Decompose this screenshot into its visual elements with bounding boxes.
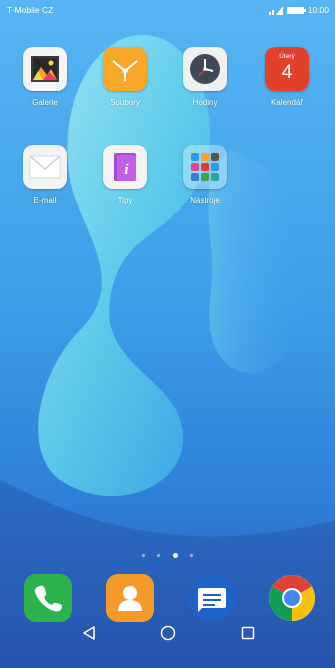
home-button[interactable]	[153, 618, 183, 648]
app-label: E-mail	[33, 196, 57, 205]
clock-icon	[183, 47, 227, 91]
app-label: Nástroje	[190, 196, 220, 205]
files-icon	[103, 47, 147, 91]
app-tipy[interactable]: i Tipy	[90, 145, 160, 205]
app-label: Kalendář	[270, 98, 304, 107]
tools-folder-icon	[183, 145, 227, 189]
recents-button[interactable]	[233, 618, 263, 648]
page-indicator	[0, 547, 335, 559]
app-label: Tipy	[117, 196, 133, 205]
app-soubory[interactable]: Soubory	[90, 47, 160, 107]
app-label: Hodiny	[192, 98, 218, 107]
back-button[interactable]	[74, 618, 104, 648]
status-bar: T-Mobile CZ 10:00	[0, 0, 335, 20]
battery-icon	[286, 6, 306, 14]
app-kalendar[interactable]: Úterý 4 Kalendář	[252, 47, 322, 107]
app-label: Soubory	[110, 98, 140, 107]
page-dot-active	[172, 553, 178, 559]
app-nastroje[interactable]: Nástroje	[170, 145, 240, 205]
calendar-day-number: 4	[281, 62, 293, 83]
app-email[interactable]: E-mail	[10, 145, 80, 205]
back-icon	[83, 626, 95, 640]
home-icon	[160, 625, 176, 641]
app-galerie[interactable]: Galerie	[10, 47, 80, 107]
app-label: Galerie	[32, 98, 58, 107]
signal-icon	[268, 5, 283, 15]
tips-icon: i	[103, 145, 147, 189]
carrier-name: T-Mobile CZ	[7, 5, 54, 15]
calendar-icon: Úterý 4	[265, 47, 309, 91]
recents-icon	[241, 626, 255, 640]
gallery-icon	[23, 47, 67, 91]
status-time: 10:00	[307, 5, 329, 15]
email-icon	[23, 145, 67, 189]
app-hodiny[interactable]: Hodiny	[170, 47, 240, 107]
calendar-day-name: Úterý	[279, 53, 295, 60]
navigation-bar	[0, 608, 335, 668]
